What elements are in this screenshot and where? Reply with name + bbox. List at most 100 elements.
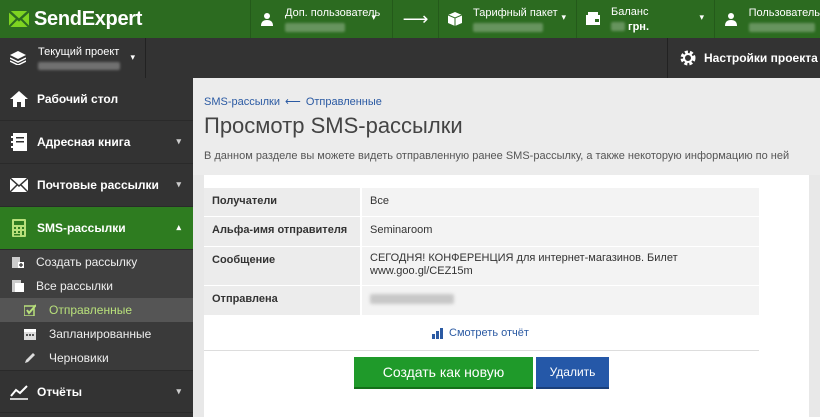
sidebar-item-label: Создать рассылку [36, 255, 138, 269]
additional-user-menu[interactable]: Доп. пользователь ▾ [250, 0, 392, 38]
chart-icon [10, 383, 28, 401]
balance-currency: грн. [628, 20, 650, 33]
table-row: Отправлена [204, 285, 759, 316]
sidebar-item-label: SMS-рассылки [37, 221, 126, 235]
user-label: Пользователь [748, 6, 820, 19]
page-description: В данном разделе вы можете видеть отправ… [204, 150, 790, 162]
logo-icon [8, 10, 30, 28]
address-book-icon [10, 133, 28, 151]
sidebar-item-sent[interactable]: Отправленные [0, 298, 193, 322]
page-header: SMS-рассылки ⟵ Отправленные Просмотр SMS-р… [193, 78, 820, 175]
row-key: Альфа-имя отправителя [204, 216, 361, 247]
project-bar: Текущий проект ▾ Настройки проекта [0, 38, 820, 78]
chevron-down-icon: ▾ [176, 179, 181, 189]
tariff-menu[interactable]: Тарифный пакет ▾ [438, 0, 576, 38]
project-settings-button[interactable]: Настройки проекта [667, 38, 820, 78]
sent-date-value [370, 294, 454, 304]
home-icon [10, 90, 28, 108]
chevron-down-icon: ▾ [176, 136, 181, 146]
delete-button[interactable]: Удалить [536, 357, 609, 389]
campaign-info-table: Получатели Все Альфа-имя отправителя Sem… [204, 187, 759, 316]
tariff-label: Тарифный пакет [473, 6, 558, 19]
wallet-icon [585, 11, 601, 27]
sidebar: Рабочий стол Адресная книга ▾ Почтовые р… [0, 78, 193, 417]
switch-user-button[interactable]: ⟶ [392, 0, 438, 38]
brand-name: SendExpert [34, 7, 143, 30]
user-icon [259, 11, 275, 27]
campaigns-icon [12, 280, 24, 292]
sidebar-item-label: Адресная книга [37, 135, 131, 149]
page-title: Просмотр SMS-рассылки [204, 113, 463, 138]
breadcrumb-sent-link[interactable]: Отправленные [306, 96, 382, 108]
user-value [748, 22, 815, 32]
row-key: Отправлена [204, 285, 361, 316]
balance-amount [611, 22, 625, 31]
arrow-left-icon: ⟵ [285, 96, 301, 108]
top-bar: SendExpert Доп. пользователь ▾ ⟶ Тарифны… [0, 0, 820, 38]
main-content: SMS-рассылки ⟵ Отправленные Просмотр SMS-р… [193, 78, 820, 417]
chevron-down-icon: ▾ [561, 12, 566, 22]
chevron-down-icon: ▾ [176, 386, 181, 396]
table-row: Сообщение СЕГОДНЯ! КОНФЕРЕНЦИЯ для интер… [204, 246, 759, 286]
balance-menu[interactable]: Баланс грн. ▾ [576, 0, 714, 38]
table-row: Альфа-имя отправителя Seminaroom [204, 216, 759, 247]
chevron-down-icon: ▾ [130, 52, 135, 62]
user-icon [723, 11, 739, 27]
calculator-icon [10, 219, 28, 237]
chevron-down-icon: ▾ [371, 12, 376, 22]
table-row: Получатели Все [204, 187, 759, 217]
sidebar-item-label: Отправленные [49, 303, 133, 317]
sidebar-item-all-campaigns[interactable]: Все рассылки [0, 274, 193, 298]
row-key: Получатели [204, 187, 361, 217]
sidebar-item-label: Отчёты [37, 384, 82, 399]
chevron-down-icon: ▾ [699, 12, 704, 22]
divider [204, 350, 759, 351]
sidebar-item-dashboard[interactable]: Рабочий стол [0, 78, 193, 121]
sidebar-item-drafts[interactable]: Черновики [0, 346, 193, 370]
view-report-label: Смотреть отчёт [449, 327, 529, 339]
envelope-icon [10, 176, 28, 194]
box-icon [447, 11, 463, 27]
project-value [38, 62, 120, 70]
project-settings-label: Настройки проекта [704, 51, 818, 65]
gear-icon [679, 49, 697, 67]
breadcrumb-sms-campaigns-link[interactable]: SMS-рассылки [204, 96, 280, 108]
sidebar-item-create-campaign[interactable]: Создать рассылку [0, 250, 193, 274]
project-label: Текущий проект [38, 46, 120, 58]
sidebar-item-label: Черновики [49, 351, 109, 365]
additional-user-label: Доп. пользователь [285, 6, 381, 19]
additional-user-value [285, 22, 345, 32]
sidebar-item-address-book[interactable]: Адресная книга ▾ [0, 121, 193, 164]
balance-label: Баланс [611, 5, 649, 18]
row-value: Seminaroom [360, 216, 759, 247]
create-campaign-icon [12, 256, 24, 268]
sent-icon [24, 304, 36, 316]
sidebar-item-reports[interactable]: Отчёты ▾ [0, 370, 193, 413]
breadcrumb: SMS-рассылки ⟵ Отправленные [204, 95, 809, 108]
project-selector[interactable]: Текущий проект ▾ [0, 38, 146, 78]
arrow-right-icon: ⟶ [402, 8, 429, 29]
sidebar-item-label: Все рассылки [36, 279, 113, 293]
pencil-icon [24, 352, 36, 364]
sidebar-item-sms-campaigns[interactable]: SMS-рассылки ▴ [0, 207, 193, 250]
sidebar-item-label: Рабочий стол [37, 92, 119, 106]
row-value: Все [360, 187, 759, 217]
row-value: СЕГОДНЯ! КОНФЕРЕНЦИЯ для интернет-магази… [360, 246, 759, 286]
sidebar-item-email-campaigns[interactable]: Почтовые рассылки ▾ [0, 164, 193, 207]
row-value [360, 285, 759, 316]
sidebar-item-label: Почтовые рассылки [37, 178, 159, 192]
view-report-link[interactable]: Смотреть отчёт [432, 327, 529, 339]
layers-icon [10, 50, 26, 66]
logo[interactable]: SendExpert [0, 0, 250, 38]
chevron-up-icon: ▴ [176, 222, 181, 232]
tariff-value [473, 22, 543, 32]
row-key: Сообщение [204, 246, 361, 286]
sms-submenu: Создать рассылку Все рассылки Отправленн… [0, 250, 193, 370]
campaign-details-panel: Получатели Все Альфа-имя отправителя Sem… [204, 175, 809, 417]
create-as-new-button[interactable]: Создать как новую [354, 357, 533, 389]
calendar-icon [24, 328, 36, 340]
report-icon [432, 328, 443, 339]
sidebar-item-scheduled[interactable]: Запланированные [0, 322, 193, 346]
user-menu[interactable]: Пользователь [714, 0, 820, 38]
sidebar-item-label: Запланированные [49, 327, 152, 341]
